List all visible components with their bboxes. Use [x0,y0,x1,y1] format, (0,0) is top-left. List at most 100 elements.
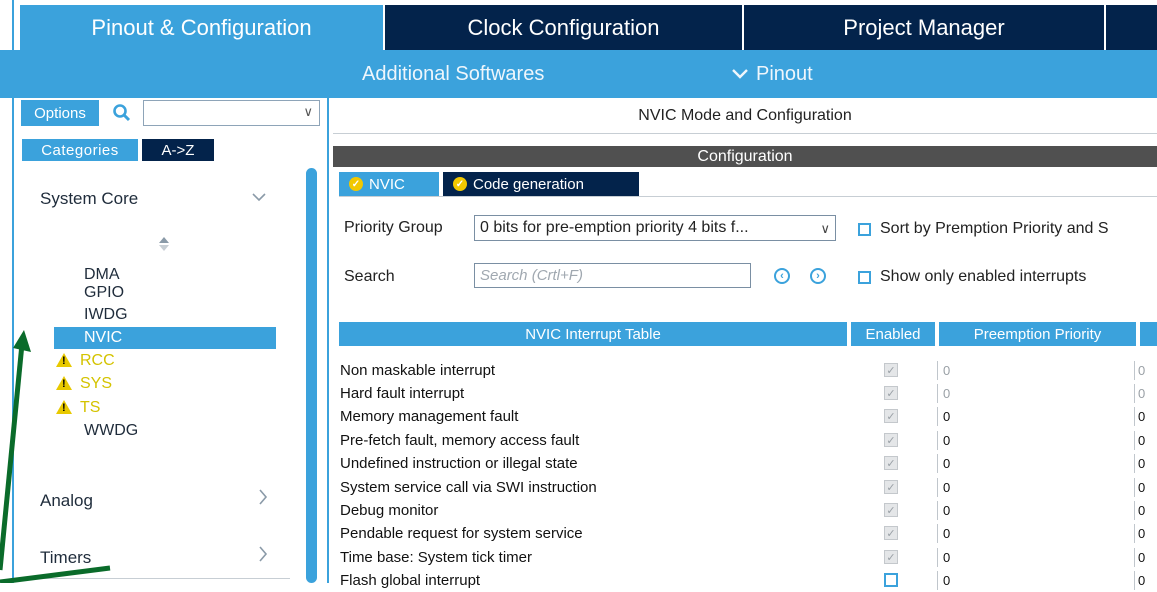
enabled-checkbox[interactable]: ✓ [884,456,898,470]
options-button[interactable]: Options [21,100,99,126]
enabled-checkbox[interactable]: ✓ [884,526,898,540]
interrupt-name: Debug monitor [340,502,439,519]
preemption-priority-cell[interactable]: 0 [937,407,1133,426]
column-header-preemption[interactable]: Preemption Priority [939,322,1136,346]
tab-pinout-configuration[interactable]: Pinout & Configuration [20,5,383,50]
enabled-checkbox[interactable] [884,573,898,587]
sub-priority-cell[interactable]: 0 [1134,454,1157,473]
check-circle-icon: ✓ [453,177,467,191]
sub-priority-cell[interactable]: 0 [1134,407,1157,426]
sub-priority-cell[interactable]: 0 [1134,478,1157,497]
search-icon[interactable] [104,100,140,126]
enabled-checkbox[interactable]: ✓ [884,386,898,400]
sidebar-item-gpio[interactable]: GPIO [54,282,276,304]
tab-code-generation[interactable]: ✓ Code generation [443,172,639,196]
sidebar-item-sys[interactable]: SYS [54,373,276,395]
tab-clock-configuration[interactable]: Clock Configuration [385,5,742,50]
categories-button[interactable]: Categories [22,139,138,161]
sort-by-premption-checkbox[interactable] [858,222,871,236]
tab-overflow[interactable] [1106,5,1157,50]
panel-divider [327,98,329,583]
interrupt-name: Hard fault interrupt [340,385,465,402]
column-header-name[interactable]: NVIC Interrupt Table [339,322,847,346]
sub-priority-cell[interactable]: 0 [1134,361,1157,380]
table-row[interactable]: Pendable request for system service ✓ 0 0 [339,522,1157,545]
sub-priority-cell[interactable]: 0 [1134,571,1157,590]
chevron-down-icon[interactable] [252,186,266,207]
categories-label: Categories [41,141,119,159]
category-search-input[interactable]: ∨ [143,100,320,126]
search-label: Search [344,268,395,285]
show-enabled-label: Show only enabled interrupts [880,268,1087,285]
table-row[interactable]: Debug monitor ✓ 0 0 [339,499,1157,522]
show-enabled-option[interactable]: Show only enabled interrupts [858,268,1086,286]
preemption-priority-cell[interactable]: 0 [937,501,1133,520]
preemption-priority-cell[interactable]: 0 [937,454,1133,473]
sidebar-item-iwdg[interactable]: IWDG [54,304,276,326]
category-system-core[interactable]: System Core [40,189,138,209]
enabled-checkbox[interactable]: ✓ [884,363,898,377]
column-header-enabled[interactable]: Enabled [851,322,935,346]
sort-icon[interactable] [158,236,170,257]
table-row[interactable]: Memory management fault ✓ 0 0 [339,405,1157,428]
interrupt-name: Pendable request for system service [340,525,583,542]
chevron-down-icon [732,63,748,86]
chevron-right-icon[interactable] [258,489,268,510]
preemption-priority-cell[interactable]: 0 [937,524,1133,543]
preemption-priority-cell[interactable]: 0 [937,571,1133,590]
preemption-priority-cell[interactable]: 0 [937,431,1133,450]
sidebar-item-wwdg[interactable]: WWDG [54,420,276,442]
sub-priority-cell[interactable]: 0 [1134,431,1157,450]
table-row[interactable]: Time base: System tick timer ✓ 0 0 [339,546,1157,569]
enabled-checkbox[interactable]: ✓ [884,550,898,564]
enabled-checkbox[interactable]: ✓ [884,433,898,447]
table-row[interactable]: System service call via SWI instruction ✓… [339,476,1157,499]
interrupt-name: System service call via SWI instruction [340,479,597,496]
top-tab-bar: Pinout & Configuration Clock Configurati… [0,0,1157,50]
a-z-button[interactable]: A->Z [142,139,214,161]
pinout-menu[interactable]: Pinout [732,50,813,98]
table-row[interactable]: Pre-fetch fault, memory access fault ✓ 0 0 [339,429,1157,452]
table-row[interactable]: Non maskable interrupt ✓ 0 0 [339,359,1157,382]
sub-priority-cell[interactable]: 0 [1134,384,1157,403]
preemption-priority-cell[interactable]: 0 [937,478,1133,497]
configuration-header-label: Configuration [697,147,793,165]
tab-project-manager[interactable]: Project Manager [744,5,1104,50]
sort-by-premption-option[interactable]: Sort by Premption Priority and S [858,220,1157,238]
column-header-enabled-label: Enabled [865,325,921,343]
sidebar-item-label: GPIO [84,284,125,301]
page-title: NVIC Mode and Configuration [333,98,1157,133]
enabled-checkbox[interactable]: ✓ [884,480,898,494]
sub-priority-cell[interactable]: 0 [1134,548,1157,567]
previous-result-icon[interactable]: ‹ [774,268,790,284]
tab-nvic[interactable]: ✓ NVIC [339,172,439,196]
preemption-priority-cell[interactable]: 0 [937,384,1133,403]
interrupt-name: Memory management fault [340,408,519,425]
show-enabled-checkbox[interactable] [858,270,871,284]
table-row[interactable]: Hard fault interrupt ✓ 0 0 [339,382,1157,405]
enabled-checkbox[interactable]: ✓ [884,409,898,423]
sidebar-item-label: RCC [80,352,115,369]
chevron-down-icon[interactable]: ∨ [303,104,313,120]
sidebar-item-nvic[interactable]: NVIC [54,327,276,349]
preemption-priority-cell[interactable]: 0 [937,361,1133,380]
interrupt-name: Non maskable interrupt [340,362,496,379]
interrupt-search-input[interactable]: Search (Crtl+F) [474,263,751,288]
column-header-sub-priority[interactable] [1140,322,1157,346]
sub-priority-cell[interactable]: 0 [1134,501,1157,520]
next-result-icon[interactable]: › [810,268,826,284]
left-panel-scrollbar[interactable] [306,168,317,583]
sidebar-item-rcc[interactable]: RCC [54,350,276,372]
sub-priority-cell[interactable]: 0 [1134,524,1157,543]
tab-nvic-label: NVIC [369,175,405,193]
table-row[interactable]: Undefined instruction or illegal state ✓ 0… [339,452,1157,475]
table-row[interactable]: Flash global interrupt 0 0 [339,569,1157,592]
additional-softwares-link[interactable]: Additional Softwares [362,50,544,98]
sidebar-item-ts[interactable]: TS [54,397,276,419]
priority-group-select[interactable]: 0 bits for pre-emption priority 4 bits f… [474,215,836,241]
chevron-right-icon[interactable] [258,546,268,567]
enabled-checkbox[interactable]: ✓ [884,503,898,517]
preemption-priority-cell[interactable]: 0 [937,548,1133,567]
priority-group-label: Priority Group [344,219,443,236]
divider [333,133,1157,134]
